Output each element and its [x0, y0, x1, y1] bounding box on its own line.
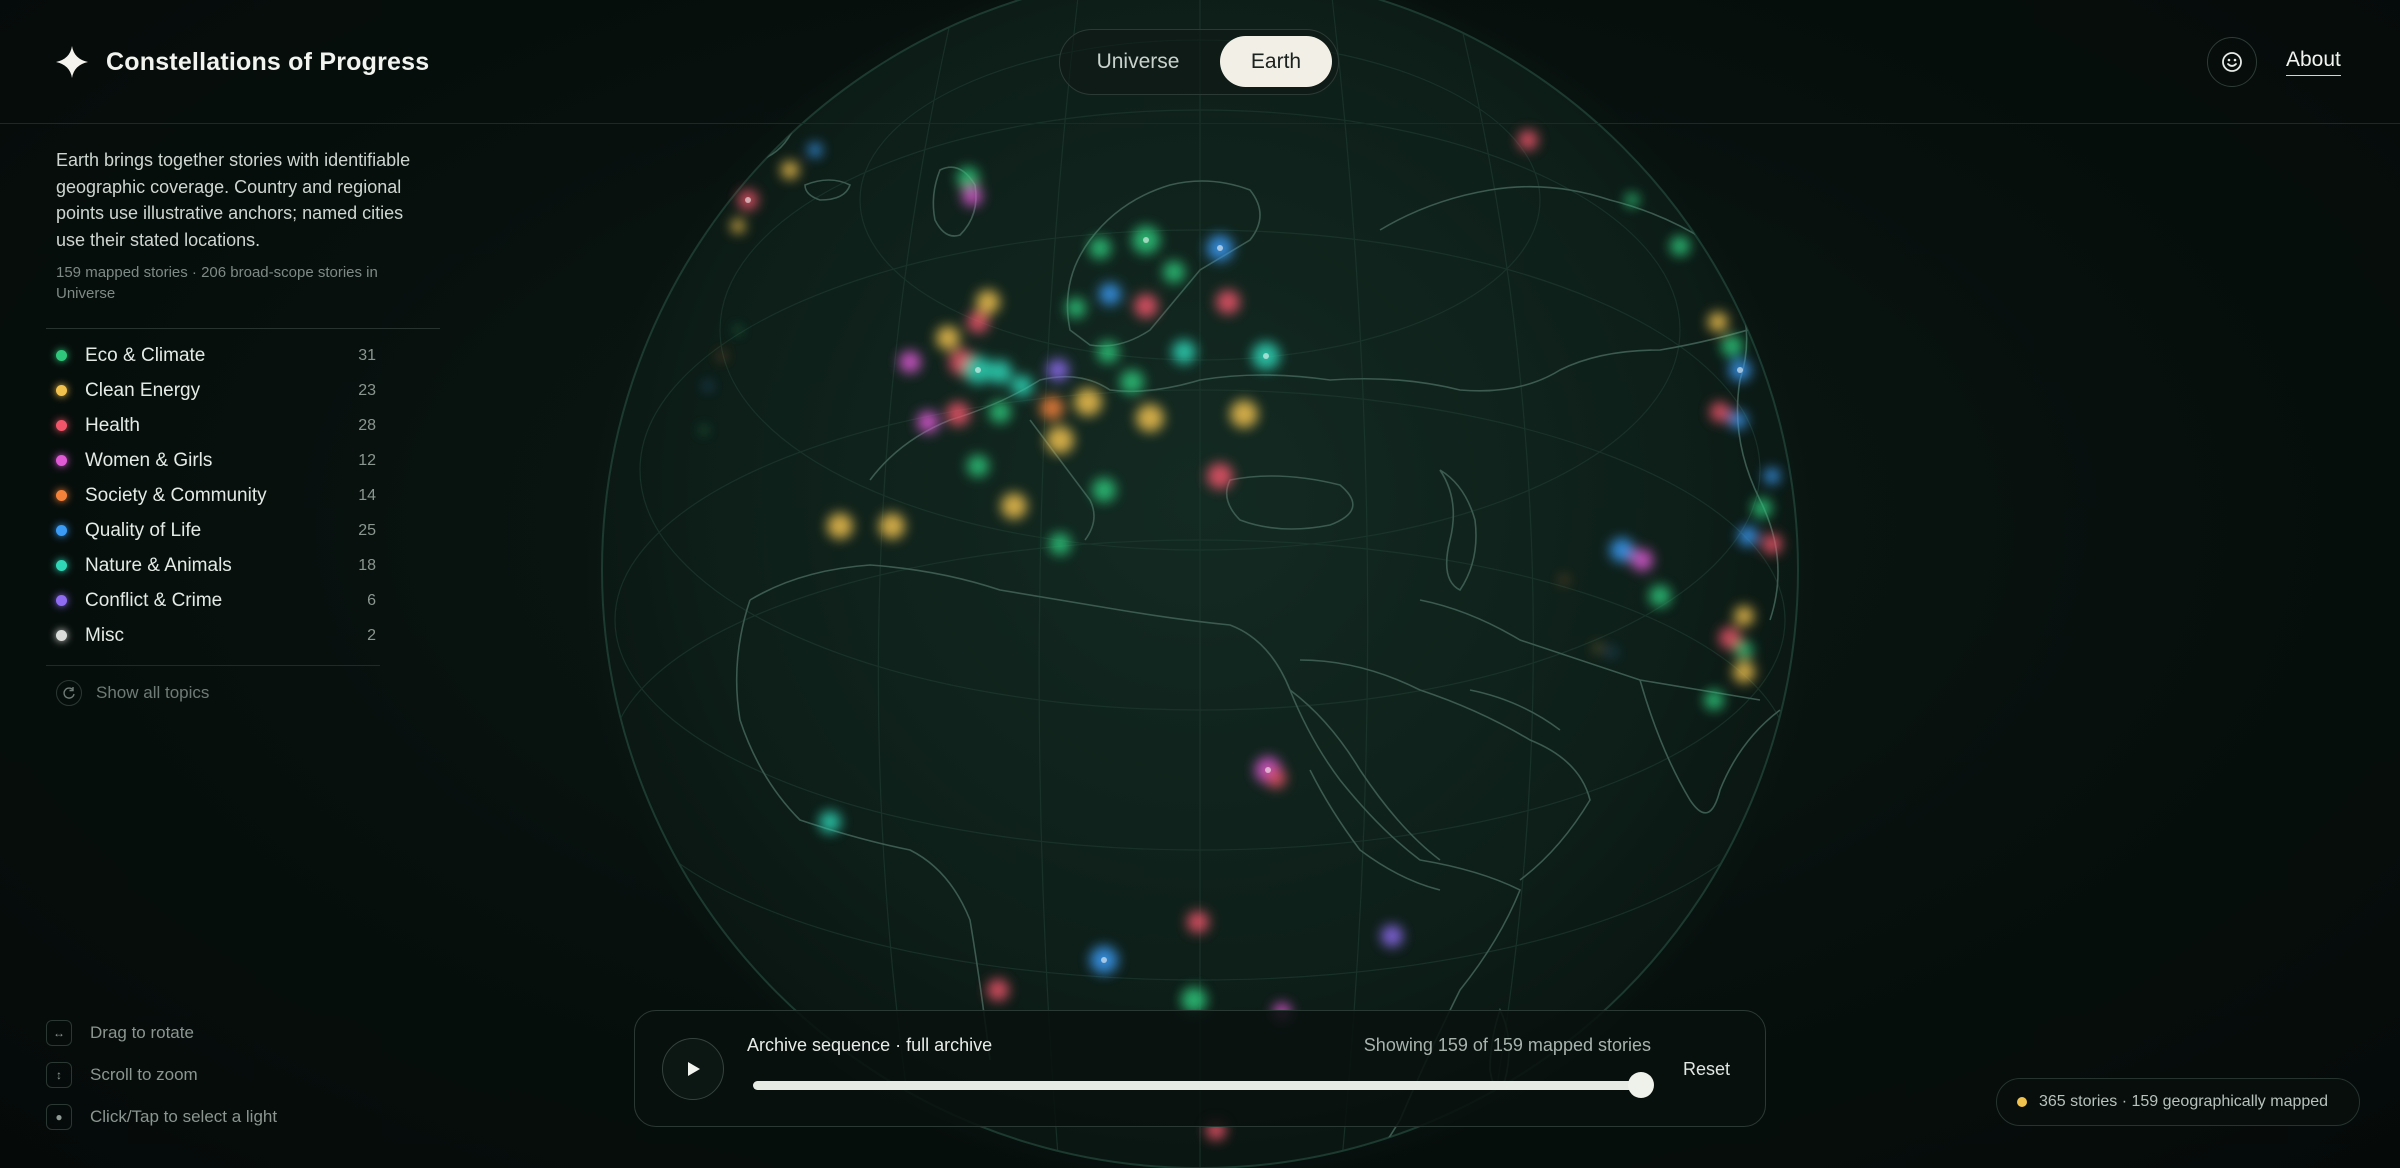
play-icon [688, 1062, 700, 1076]
top-header: Constellations of Progress Universe Eart… [0, 0, 2400, 124]
slider-thumb[interactable] [1628, 1072, 1654, 1098]
slider-fill [753, 1081, 1641, 1090]
sequence-label: Archive sequence · full archive [747, 1035, 993, 1055]
stats-badge: 365 stories · 159 geographically mapped [1996, 1078, 2360, 1126]
toggle-universe-button[interactable]: Universe [1068, 36, 1208, 87]
app-title: Constellations of Progress [106, 47, 430, 76]
archive-slider[interactable] [753, 1072, 1654, 1098]
globe-view[interactable] [0, 0, 2400, 1168]
smiley-face-button[interactable] [2207, 37, 2257, 87]
showing-count: Showing 159 of 159 mapped stories [1363, 1035, 1651, 1055]
sparkle-star-icon [56, 46, 88, 78]
stats-text: 365 stories · 159 geographically mapped [2039, 1093, 2329, 1110]
app-root: Constellations of Progress Universe Eart… [0, 0, 2400, 1168]
reset-button[interactable]: Reset [1683, 1059, 1730, 1080]
toggle-earth-button[interactable]: Earth [1220, 36, 1332, 87]
play-button[interactable] [662, 1038, 724, 1100]
brand[interactable]: Constellations of Progress [54, 44, 429, 80]
smiley-face-icon [2222, 52, 2242, 72]
globe-svg[interactable] [0, 0, 2400, 1168]
view-toggle: Universe Earth [1059, 29, 1339, 95]
stats-dot [2017, 1097, 2027, 1107]
about-link[interactable]: About [2286, 48, 2341, 76]
archive-player: Archive sequence · full archive Showing … [634, 1010, 1766, 1127]
